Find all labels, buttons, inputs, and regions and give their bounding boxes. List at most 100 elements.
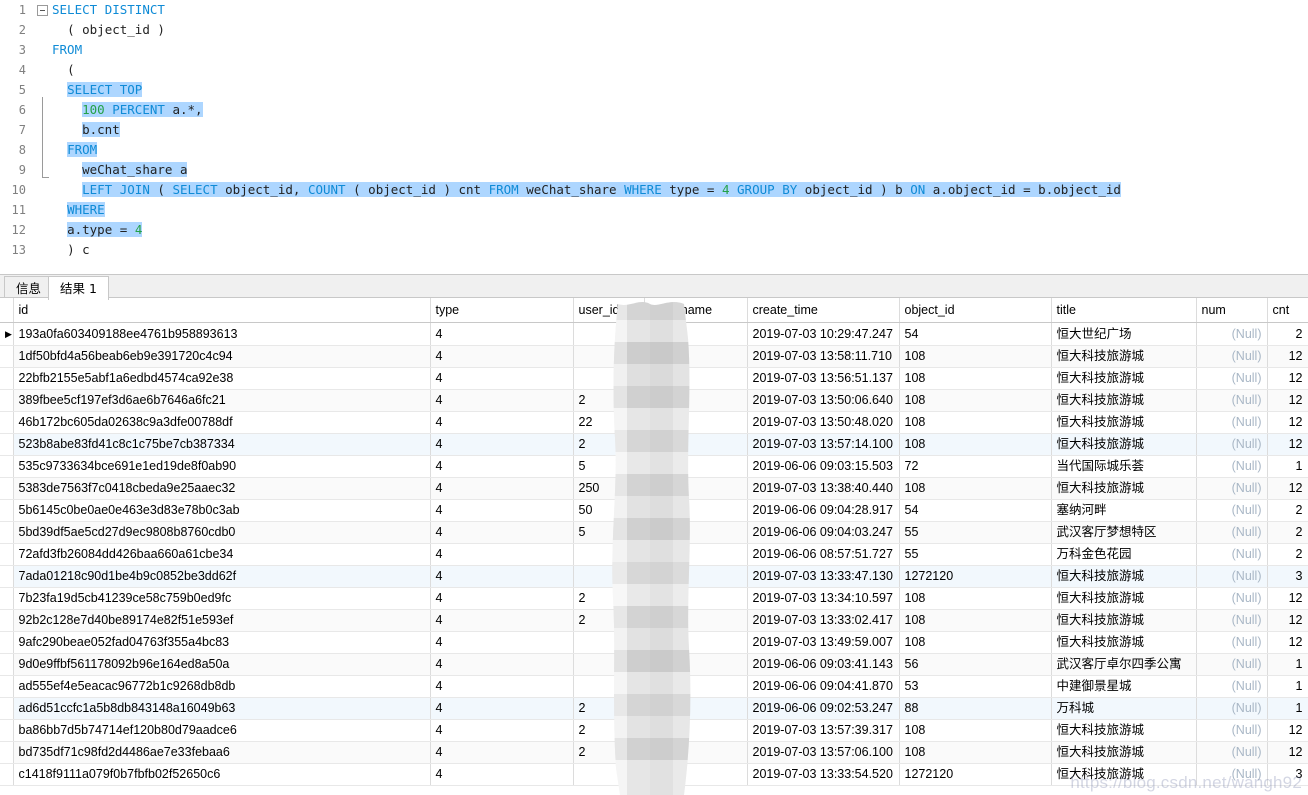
cell-create-time[interactable]: 2019-07-03 13:58:11.710	[747, 345, 900, 368]
cell-type[interactable]: 4	[430, 521, 574, 544]
cell-type[interactable]: 4	[430, 719, 574, 742]
cell-create-time[interactable]: 2019-06-06 09:04:28.917	[747, 499, 900, 522]
cell-user-name[interactable]	[644, 565, 748, 588]
tab-info[interactable]: 信息	[4, 276, 54, 299]
cell-type[interactable]: 4	[430, 763, 574, 786]
cell-id[interactable]: 193a0fa603409188ee4761b958893613	[13, 322, 431, 346]
cell-title[interactable]: 恒大科技旅游城	[1051, 565, 1197, 588]
cell-user-name[interactable]	[644, 675, 748, 698]
cell-title[interactable]: 武汉客厅梦想特区	[1051, 521, 1197, 544]
cell-cnt[interactable]: 1	[1267, 653, 1308, 676]
cell-num[interactable]: (Null)	[1196, 543, 1268, 566]
cell-cnt[interactable]: 12	[1267, 411, 1308, 434]
code-line[interactable]: 13 ) c	[0, 240, 1308, 260]
cell-create-time[interactable]: 2019-07-03 13:56:51.137	[747, 367, 900, 390]
cell-type[interactable]: 4	[430, 411, 574, 434]
cell-id[interactable]: 9afc290beae052fad04763f355a4bc83	[13, 631, 431, 654]
cell-num[interactable]: (Null)	[1196, 741, 1268, 764]
cell-object-id[interactable]: 72	[899, 455, 1052, 478]
result-table-body[interactable]: ▶ 193a0fa603409188ee4761b958893613 4 2019-0…	[0, 322, 1308, 786]
cell-num[interactable]: (Null)	[1196, 455, 1268, 478]
row-indicator-cell[interactable]	[0, 433, 14, 456]
column-header-object-id[interactable]: object_id	[899, 298, 1052, 323]
cell-object-id[interactable]: 54	[899, 322, 1052, 346]
cell-create-time[interactable]: 2019-06-06 09:02:53.247	[747, 697, 900, 720]
table-row[interactable]: 46b172bc605da02638c9a3dfe00788df 4 22 2019-…	[0, 411, 1308, 434]
cell-type[interactable]: 4	[430, 477, 574, 500]
cell-id[interactable]: 72afd3fb26084dd426baa660a61cbe34	[13, 543, 431, 566]
cell-title[interactable]: 中建御景星城	[1051, 675, 1197, 698]
code-line[interactable]: 10 LEFT JOIN ( SELECT object_id, COUNT (…	[0, 180, 1308, 200]
cell-num[interactable]: (Null)	[1196, 609, 1268, 632]
row-indicator-cell[interactable]: ▶	[0, 322, 14, 346]
cell-user-name[interactable]	[644, 345, 748, 368]
cell-create-time[interactable]: 2019-06-06 09:03:41.143	[747, 653, 900, 676]
cell-title[interactable]: 恒大科技旅游城	[1051, 719, 1197, 742]
cell-id[interactable]: 5383de7563f7c0418cbeda9e25aaec32	[13, 477, 431, 500]
row-indicator-cell[interactable]	[0, 389, 14, 412]
code-line[interactable]: 12 a.type = 4	[0, 220, 1308, 240]
cell-id[interactable]: 9d0e9ffbf561178092b96e164ed8a50a	[13, 653, 431, 676]
cell-cnt[interactable]: 2	[1267, 499, 1308, 522]
cell-num[interactable]: (Null)	[1196, 675, 1268, 698]
cell-cnt[interactable]: 1	[1267, 675, 1308, 698]
cell-user-name[interactable]	[644, 521, 748, 544]
cell-object-id[interactable]: 108	[899, 587, 1052, 610]
row-indicator-cell[interactable]	[0, 499, 14, 522]
cell-num[interactable]: (Null)	[1196, 653, 1268, 676]
cell-user-id[interactable]	[573, 653, 645, 676]
cell-user-name[interactable]	[644, 477, 748, 500]
cell-create-time[interactable]: 2019-07-03 13:50:06.640	[747, 389, 900, 412]
cell-object-id[interactable]: 108	[899, 345, 1052, 368]
table-row[interactable]: 535c9733634bce691e1ed19de8f0ab90 4 5 2019-0…	[0, 455, 1308, 478]
result-tabstrip[interactable]: 信息 结果 1	[0, 274, 1308, 300]
cell-user-name[interactable]	[644, 367, 748, 390]
column-header-num[interactable]: num	[1196, 298, 1268, 323]
cell-create-time[interactable]: 2019-07-03 10:29:47.247	[747, 322, 900, 346]
cell-user-name[interactable]	[644, 455, 748, 478]
cell-cnt[interactable]: 12	[1267, 389, 1308, 412]
cell-title[interactable]: 恒大科技旅游城	[1051, 587, 1197, 610]
cell-num[interactable]: (Null)	[1196, 719, 1268, 742]
cell-create-time[interactable]: 2019-06-06 08:57:51.727	[747, 543, 900, 566]
table-row[interactable]: 523b8abe83fd41c8c1c75be7cb387334 4 2 2019-0…	[0, 433, 1308, 456]
sql-editor[interactable]: 1 SELECT DISTINCT 2 ( object_id ) 3 FROM 4 (5…	[0, 0, 1308, 274]
table-row[interactable]: 389fbee5cf197ef3d6ae6b7646a6fc21 4 2 2019-0…	[0, 389, 1308, 412]
cell-user-id[interactable]: 2	[573, 609, 645, 632]
cell-object-id[interactable]: 55	[899, 521, 1052, 544]
cell-title[interactable]: 恒大科技旅游城	[1051, 433, 1197, 456]
cell-create-time[interactable]: 2019-07-03 13:33:54.520	[747, 763, 900, 786]
cell-type[interactable]: 4	[430, 322, 574, 346]
row-indicator-cell[interactable]	[0, 719, 14, 742]
cell-id[interactable]: bd735df71c98fd2d4486ae7e33febaa6	[13, 741, 431, 764]
cell-title[interactable]: 恒大科技旅游城	[1051, 345, 1197, 368]
cell-title[interactable]: 恒大科技旅游城	[1051, 389, 1197, 412]
cell-num[interactable]: (Null)	[1196, 697, 1268, 720]
cell-cnt[interactable]: 12	[1267, 587, 1308, 610]
cell-num[interactable]: (Null)	[1196, 587, 1268, 610]
cell-user-id[interactable]: 5	[573, 521, 645, 544]
cell-num[interactable]: (Null)	[1196, 565, 1268, 588]
row-indicator-cell[interactable]	[0, 455, 14, 478]
result-grid[interactable]: id type user_id user_name create_time ob…	[0, 298, 1308, 795]
code-line[interactable]: 9 weChat_share a	[0, 160, 1308, 180]
tab-result-1[interactable]: 结果 1	[48, 276, 109, 300]
cell-create-time[interactable]: 2019-07-03 13:50:48.020	[747, 411, 900, 434]
cell-title[interactable]: 恒大科技旅游城	[1051, 609, 1197, 632]
table-row[interactable]: 1df50bfd4a56beab6eb9e391720c4c94 4 2019-07…	[0, 345, 1308, 368]
cell-type[interactable]: 4	[430, 565, 574, 588]
cell-num[interactable]: (Null)	[1196, 367, 1268, 390]
cell-num[interactable]: (Null)	[1196, 631, 1268, 654]
cell-num[interactable]: (Null)	[1196, 477, 1268, 500]
cell-create-time[interactable]: 2019-07-03 13:38:40.440	[747, 477, 900, 500]
cell-create-time[interactable]: 2019-07-03 13:34:10.597	[747, 587, 900, 610]
cell-cnt[interactable]: 12	[1267, 367, 1308, 390]
row-indicator-cell[interactable]	[0, 697, 14, 720]
cell-user-name[interactable]	[644, 719, 748, 742]
cell-create-time[interactable]: 2019-07-03 13:33:02.417	[747, 609, 900, 632]
cell-num[interactable]: (Null)	[1196, 389, 1268, 412]
cell-num[interactable]: (Null)	[1196, 521, 1268, 544]
cell-num[interactable]: (Null)	[1196, 322, 1268, 346]
cell-user-id[interactable]	[573, 763, 645, 786]
cell-type[interactable]: 4	[430, 587, 574, 610]
